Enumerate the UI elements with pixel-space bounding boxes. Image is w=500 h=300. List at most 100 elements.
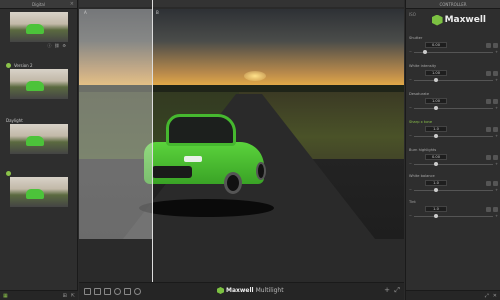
light-thumbnail[interactable] xyxy=(10,12,68,42)
control-row: Tint 1.0− + xyxy=(409,200,498,219)
control-slider[interactable]: − + xyxy=(409,161,498,167)
plus-icon[interactable]: + xyxy=(495,134,498,138)
minus-icon[interactable]: − xyxy=(409,78,412,82)
plus-icon[interactable]: + xyxy=(384,286,390,294)
export-icon[interactable]: ⇱ xyxy=(71,293,75,299)
pin-icon[interactable]: ⤢ xyxy=(485,293,489,299)
control-slider[interactable]: − + xyxy=(409,133,498,139)
link-icon[interactable]: ⛓ xyxy=(54,43,59,49)
brand-suffix: Multilight xyxy=(255,287,284,294)
slider-knob[interactable] xyxy=(433,77,438,82)
toggle-icon[interactable] xyxy=(6,63,11,68)
controller-logo-text: Maxwell xyxy=(444,15,486,25)
slider-knob[interactable] xyxy=(433,133,438,138)
reset-icon[interactable] xyxy=(493,206,498,212)
lock-icon[interactable] xyxy=(486,98,491,104)
info-icon[interactable]: ⓘ xyxy=(47,43,51,49)
add-icon[interactable]: ⊞ xyxy=(63,293,67,299)
minus-icon[interactable]: − xyxy=(409,188,412,192)
plus-icon[interactable]: + xyxy=(495,162,498,166)
lights-panel: Digital × ⓘ ⛓ ⚙ Version 2 Daylight ▦ ⊞ ⇱ xyxy=(0,0,78,300)
reset-icon[interactable] xyxy=(493,126,498,132)
compare-label-a: A xyxy=(84,10,87,15)
minus-icon[interactable]: − xyxy=(409,162,412,166)
slider-knob[interactable] xyxy=(433,213,438,218)
adjust-icon[interactable] xyxy=(124,288,131,295)
slider-knob[interactable] xyxy=(433,187,438,192)
plus-icon[interactable]: + xyxy=(495,78,498,82)
settings-icon[interactable]: ⚙ xyxy=(62,43,66,49)
light-thumbnail[interactable] xyxy=(10,177,68,207)
controller-panel: CONTROLLER ISO Maxwell Shutter 0.00− + Whit… xyxy=(405,0,500,300)
close-icon[interactable]: ✕ xyxy=(493,293,497,299)
minus-icon[interactable]: − xyxy=(409,50,412,54)
light-card-label: Version 2 xyxy=(14,63,33,68)
control-value-input[interactable]: 0.00 xyxy=(425,42,447,48)
control-value-input[interactable]: 1.0 xyxy=(425,126,447,132)
toggle-icon[interactable] xyxy=(6,171,11,176)
close-icon[interactable]: × xyxy=(70,1,74,7)
control-slider[interactable]: − + xyxy=(409,187,498,193)
copy-icon[interactable] xyxy=(84,288,91,295)
light-thumbnail[interactable] xyxy=(10,124,68,154)
control-row: Sharp x tone 1.0− + xyxy=(409,120,498,139)
plus-icon[interactable]: + xyxy=(495,214,498,218)
plus-icon[interactable]: + xyxy=(495,106,498,110)
lock-icon[interactable] xyxy=(486,206,491,212)
lock-icon[interactable] xyxy=(486,126,491,132)
grid-icon[interactable]: ▦ xyxy=(3,293,8,299)
viewport-top-bar xyxy=(79,0,404,7)
compare-split-handle[interactable] xyxy=(152,0,153,300)
lights-panel-footer: ▦ ⊞ ⇱ xyxy=(0,290,78,300)
reset-icon[interactable] xyxy=(493,70,498,76)
lock-icon[interactable] xyxy=(486,70,491,76)
light-card-header xyxy=(4,170,74,177)
control-value-input[interactable]: 1.00 xyxy=(425,98,447,104)
slider-knob[interactable] xyxy=(433,105,438,110)
control-value-input[interactable]: 1.0 xyxy=(425,180,447,186)
plus-icon[interactable]: + xyxy=(495,188,498,192)
layers-icon[interactable] xyxy=(104,288,111,295)
compare-label-b: B xyxy=(156,10,159,15)
control-value-input[interactable]: 1.0 xyxy=(425,206,447,212)
control-row: Shutter 0.00− + xyxy=(409,36,498,55)
light-card[interactable]: Daylight xyxy=(4,117,74,154)
minus-icon[interactable]: − xyxy=(409,214,412,218)
control-slider[interactable]: − + xyxy=(409,49,498,55)
slider-knob[interactable] xyxy=(423,49,428,54)
control-slider[interactable]: − + xyxy=(409,77,498,83)
control-value-row: 1.0 xyxy=(409,205,498,213)
render-image[interactable]: A B xyxy=(79,9,404,239)
control-value-row: 1.00 xyxy=(409,97,498,105)
control-value-input[interactable]: 0.00 xyxy=(425,154,447,160)
lock-icon[interactable] xyxy=(486,180,491,186)
light-card[interactable]: Version 2 xyxy=(4,62,74,99)
car xyxy=(144,114,271,194)
reset-icon[interactable] xyxy=(493,180,498,186)
brand-name: Maxwell xyxy=(226,287,254,294)
reset-icon[interactable] xyxy=(493,98,498,104)
light-thumbnail[interactable] xyxy=(10,69,68,99)
settings-icon[interactable] xyxy=(134,288,141,295)
control-value-row: 0.00 xyxy=(409,41,498,49)
refresh-icon[interactable] xyxy=(114,288,121,295)
control-row: White intensity 1.00− + xyxy=(409,64,498,83)
render-viewport: A B Maxwell Multilight + ⤢ xyxy=(79,0,404,300)
plus-icon[interactable]: + xyxy=(495,50,498,54)
minus-icon[interactable]: − xyxy=(409,106,412,110)
fit-icon[interactable]: ⤢ xyxy=(394,286,400,295)
light-card-label: Daylight xyxy=(6,118,23,123)
control-slider[interactable]: − + xyxy=(409,105,498,111)
lock-icon[interactable] xyxy=(486,42,491,48)
control-value-row: 1.00 xyxy=(409,69,498,77)
reset-icon[interactable] xyxy=(493,42,498,48)
control-slider[interactable]: − + xyxy=(409,213,498,219)
lock-icon[interactable] xyxy=(486,154,491,160)
crop-icon[interactable] xyxy=(94,288,101,295)
light-card[interactable] xyxy=(4,170,74,207)
light-card[interactable]: ⓘ ⛓ ⚙ xyxy=(4,12,74,49)
reset-icon[interactable] xyxy=(493,154,498,160)
slider-knob[interactable] xyxy=(433,161,438,166)
minus-icon[interactable]: − xyxy=(409,134,412,138)
control-value-input[interactable]: 1.00 xyxy=(425,70,447,76)
